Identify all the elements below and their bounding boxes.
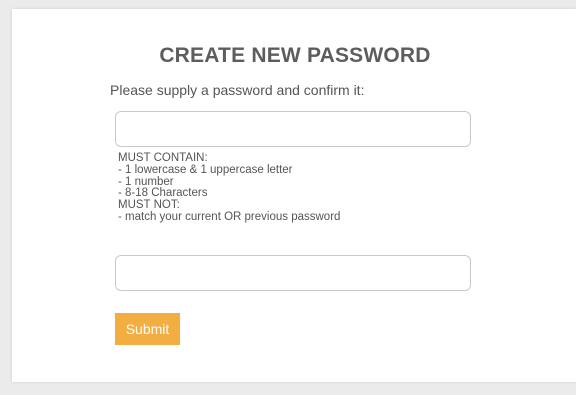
- confirm-password-input[interactable]: [115, 255, 471, 291]
- requirement-line: - 1 lowercase & 1 uppercase letter: [118, 163, 293, 176]
- submit-button[interactable]: Submit: [115, 313, 180, 345]
- requirement-line: - match your current OR previous passwor…: [118, 210, 341, 223]
- page-title: CREATE NEW PASSWORD: [159, 44, 431, 67]
- new-password-input[interactable]: [115, 111, 471, 147]
- password-form-card: CREATE NEW PASSWORD Please supply a pass…: [12, 9, 576, 382]
- form-instructions: Please supply a password and confirm it:: [110, 82, 365, 98]
- password-requirements: MUST CONTAIN: - 1 lowercase & 1 uppercas…: [118, 152, 341, 224]
